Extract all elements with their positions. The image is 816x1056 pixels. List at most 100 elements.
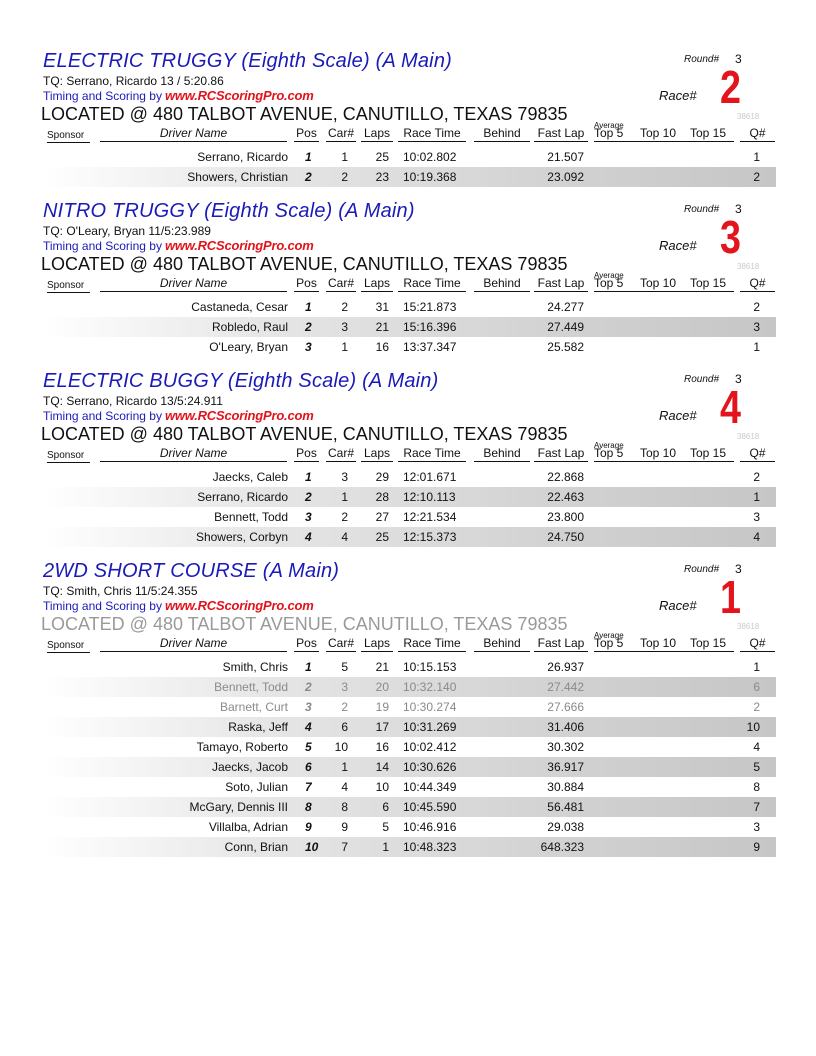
race-label: Race# (659, 598, 697, 613)
report-code: 38618 (737, 262, 760, 271)
race-time: 15:16.396 (403, 320, 457, 334)
laps: 17 (375, 720, 389, 734)
driver-name: Showers, Corbyn (195, 530, 288, 544)
position: 1 (305, 300, 312, 314)
position: 2 (305, 490, 312, 504)
fast-lap: 26.937 (547, 660, 584, 674)
car-number: 2 (341, 700, 348, 714)
col-sponsor: Sponsor (47, 640, 90, 653)
col-laps: Laps (361, 446, 393, 462)
driver-name: Jaecks, Caleb (212, 470, 288, 484)
qualifying-position: 4 (753, 740, 760, 754)
fast-lap: 30.302 (547, 740, 584, 754)
table-row: Soto, Julian 7 4 10 10:44.349 30.884 8 (43, 777, 776, 797)
timing-credit: Timing and Scoring by www.RCScoringPro.co… (43, 88, 314, 103)
race-time: 10:46.916 (403, 820, 457, 834)
col-sponsor: Sponsor (47, 130, 90, 143)
driver-name: Castaneda, Cesar (191, 300, 288, 314)
driver-name: Smith, Chris (222, 660, 288, 674)
car-number: 7 (341, 840, 348, 854)
position: 1 (305, 660, 312, 674)
position: 6 (305, 760, 312, 774)
car-number: 3 (341, 320, 348, 334)
col-top5: Top 5 (594, 446, 624, 460)
col-q: Q# (740, 126, 775, 142)
race-time: 10:32.140 (403, 680, 457, 694)
race-time: 10:31.269 (403, 720, 457, 734)
tq-line: TQ: Serrano, Ricardo 13/5:24.911 (43, 394, 223, 408)
laps: 5 (382, 820, 389, 834)
col-average-group: Top 5 Top 10 Top 15 (594, 276, 734, 292)
col-average-group: Top 5 Top 10 Top 15 (594, 636, 734, 652)
col-q: Q# (740, 446, 775, 462)
scoring-site-link[interactable]: www.RCScoringPro.com (165, 598, 314, 613)
col-laps: Laps (361, 276, 393, 292)
race-time: 10:30.274 (403, 700, 457, 714)
race-time: 10:02.412 (403, 740, 457, 754)
position: 1 (305, 150, 312, 164)
table-row: Castaneda, Cesar 1 2 31 15:21.873 24.277… (43, 297, 776, 317)
qualifying-position: 1 (753, 490, 760, 504)
driver-name: Bennett, Todd (214, 510, 288, 524)
fast-lap: 27.442 (547, 680, 584, 694)
fast-lap: 56.481 (547, 800, 584, 814)
table-row: Raska, Jeff 4 6 17 10:31.269 31.406 10 (43, 717, 776, 737)
report-code: 38618 (737, 432, 760, 441)
car-number: 1 (341, 490, 348, 504)
position: 8 (305, 800, 312, 814)
driver-name: Barnett, Curt (219, 700, 288, 714)
fast-lap: 24.277 (547, 300, 584, 314)
timing-credit: Timing and Scoring by www.RCScoringPro.co… (43, 238, 314, 253)
table-row: Smith, Chris 1 5 21 10:15.153 26.937 1 (43, 657, 776, 677)
race-time: 12:01.671 (403, 470, 457, 484)
race-label: Race# (659, 408, 697, 423)
table-row: Jaecks, Jacob 6 1 14 10:30.626 36.917 5 (43, 757, 776, 777)
laps: 16 (375, 740, 389, 754)
timing-credit: Timing and Scoring by www.RCScoringPro.co… (43, 598, 314, 613)
col-top15: Top 15 (690, 276, 727, 290)
col-fast-lap: Fast Lap (534, 126, 588, 142)
report-code: 38618 (737, 112, 760, 121)
fast-lap: 25.582 (547, 340, 584, 354)
table-row: Barnett, Curt 3 2 19 10:30.274 27.666 2 (43, 697, 776, 717)
car-number: 10 (334, 740, 348, 754)
race-number: 1 (720, 571, 741, 623)
fast-lap: 29.038 (547, 820, 584, 834)
results-table: Smith, Chris 1 5 21 10:15.153 26.937 1 B… (43, 657, 776, 857)
race-time: 10:48.323 (403, 840, 457, 854)
col-average-group: Top 5 Top 10 Top 15 (594, 126, 734, 142)
scoring-site-link[interactable]: www.RCScoringPro.com (165, 88, 314, 103)
qualifying-position: 3 (753, 510, 760, 524)
report-code: 38618 (737, 622, 760, 631)
col-race-time: Race Time (398, 636, 466, 652)
race-number: 2 (720, 61, 741, 113)
qualifying-position: 2 (753, 170, 760, 184)
race-label: Race# (659, 238, 697, 253)
fast-lap: 27.666 (547, 700, 584, 714)
qualifying-position: 6 (753, 680, 760, 694)
car-number: 3 (341, 680, 348, 694)
col-pos: Pos (294, 636, 319, 652)
col-laps: Laps (361, 126, 393, 142)
car-number: 1 (341, 340, 348, 354)
scoring-site-link[interactable]: www.RCScoringPro.com (165, 238, 314, 253)
table-row: O'Leary, Bryan 3 1 16 13:37.347 25.582 1 (43, 337, 776, 357)
car-number: 3 (341, 470, 348, 484)
qualifying-position: 4 (753, 530, 760, 544)
tq-line: TQ: Serrano, Ricardo 13 / 5:20.86 (43, 74, 224, 88)
col-top10: Top 10 (640, 446, 677, 460)
tq-line: TQ: O'Leary, Bryan 11/5:23.989 (43, 224, 211, 238)
laps: 25 (375, 530, 389, 544)
qualifying-position: 1 (753, 340, 760, 354)
race-title: NITRO TRUGGY (Eighth Scale) (A Main) (43, 200, 415, 222)
col-top15: Top 15 (690, 446, 727, 460)
scoring-site-link[interactable]: www.RCScoringPro.com (165, 408, 314, 423)
driver-name: Conn, Brian (224, 840, 288, 854)
laps: 25 (375, 150, 389, 164)
table-row: Bennett, Todd 3 2 27 12:21.534 23.800 3 (43, 507, 776, 527)
qualifying-position: 3 (753, 320, 760, 334)
laps: 31 (375, 300, 389, 314)
race-title: ELECTRIC TRUGGY (Eighth Scale) (A Main) (43, 50, 453, 72)
qualifying-position: 3 (753, 820, 760, 834)
race-time: 10:15.153 (403, 660, 457, 674)
